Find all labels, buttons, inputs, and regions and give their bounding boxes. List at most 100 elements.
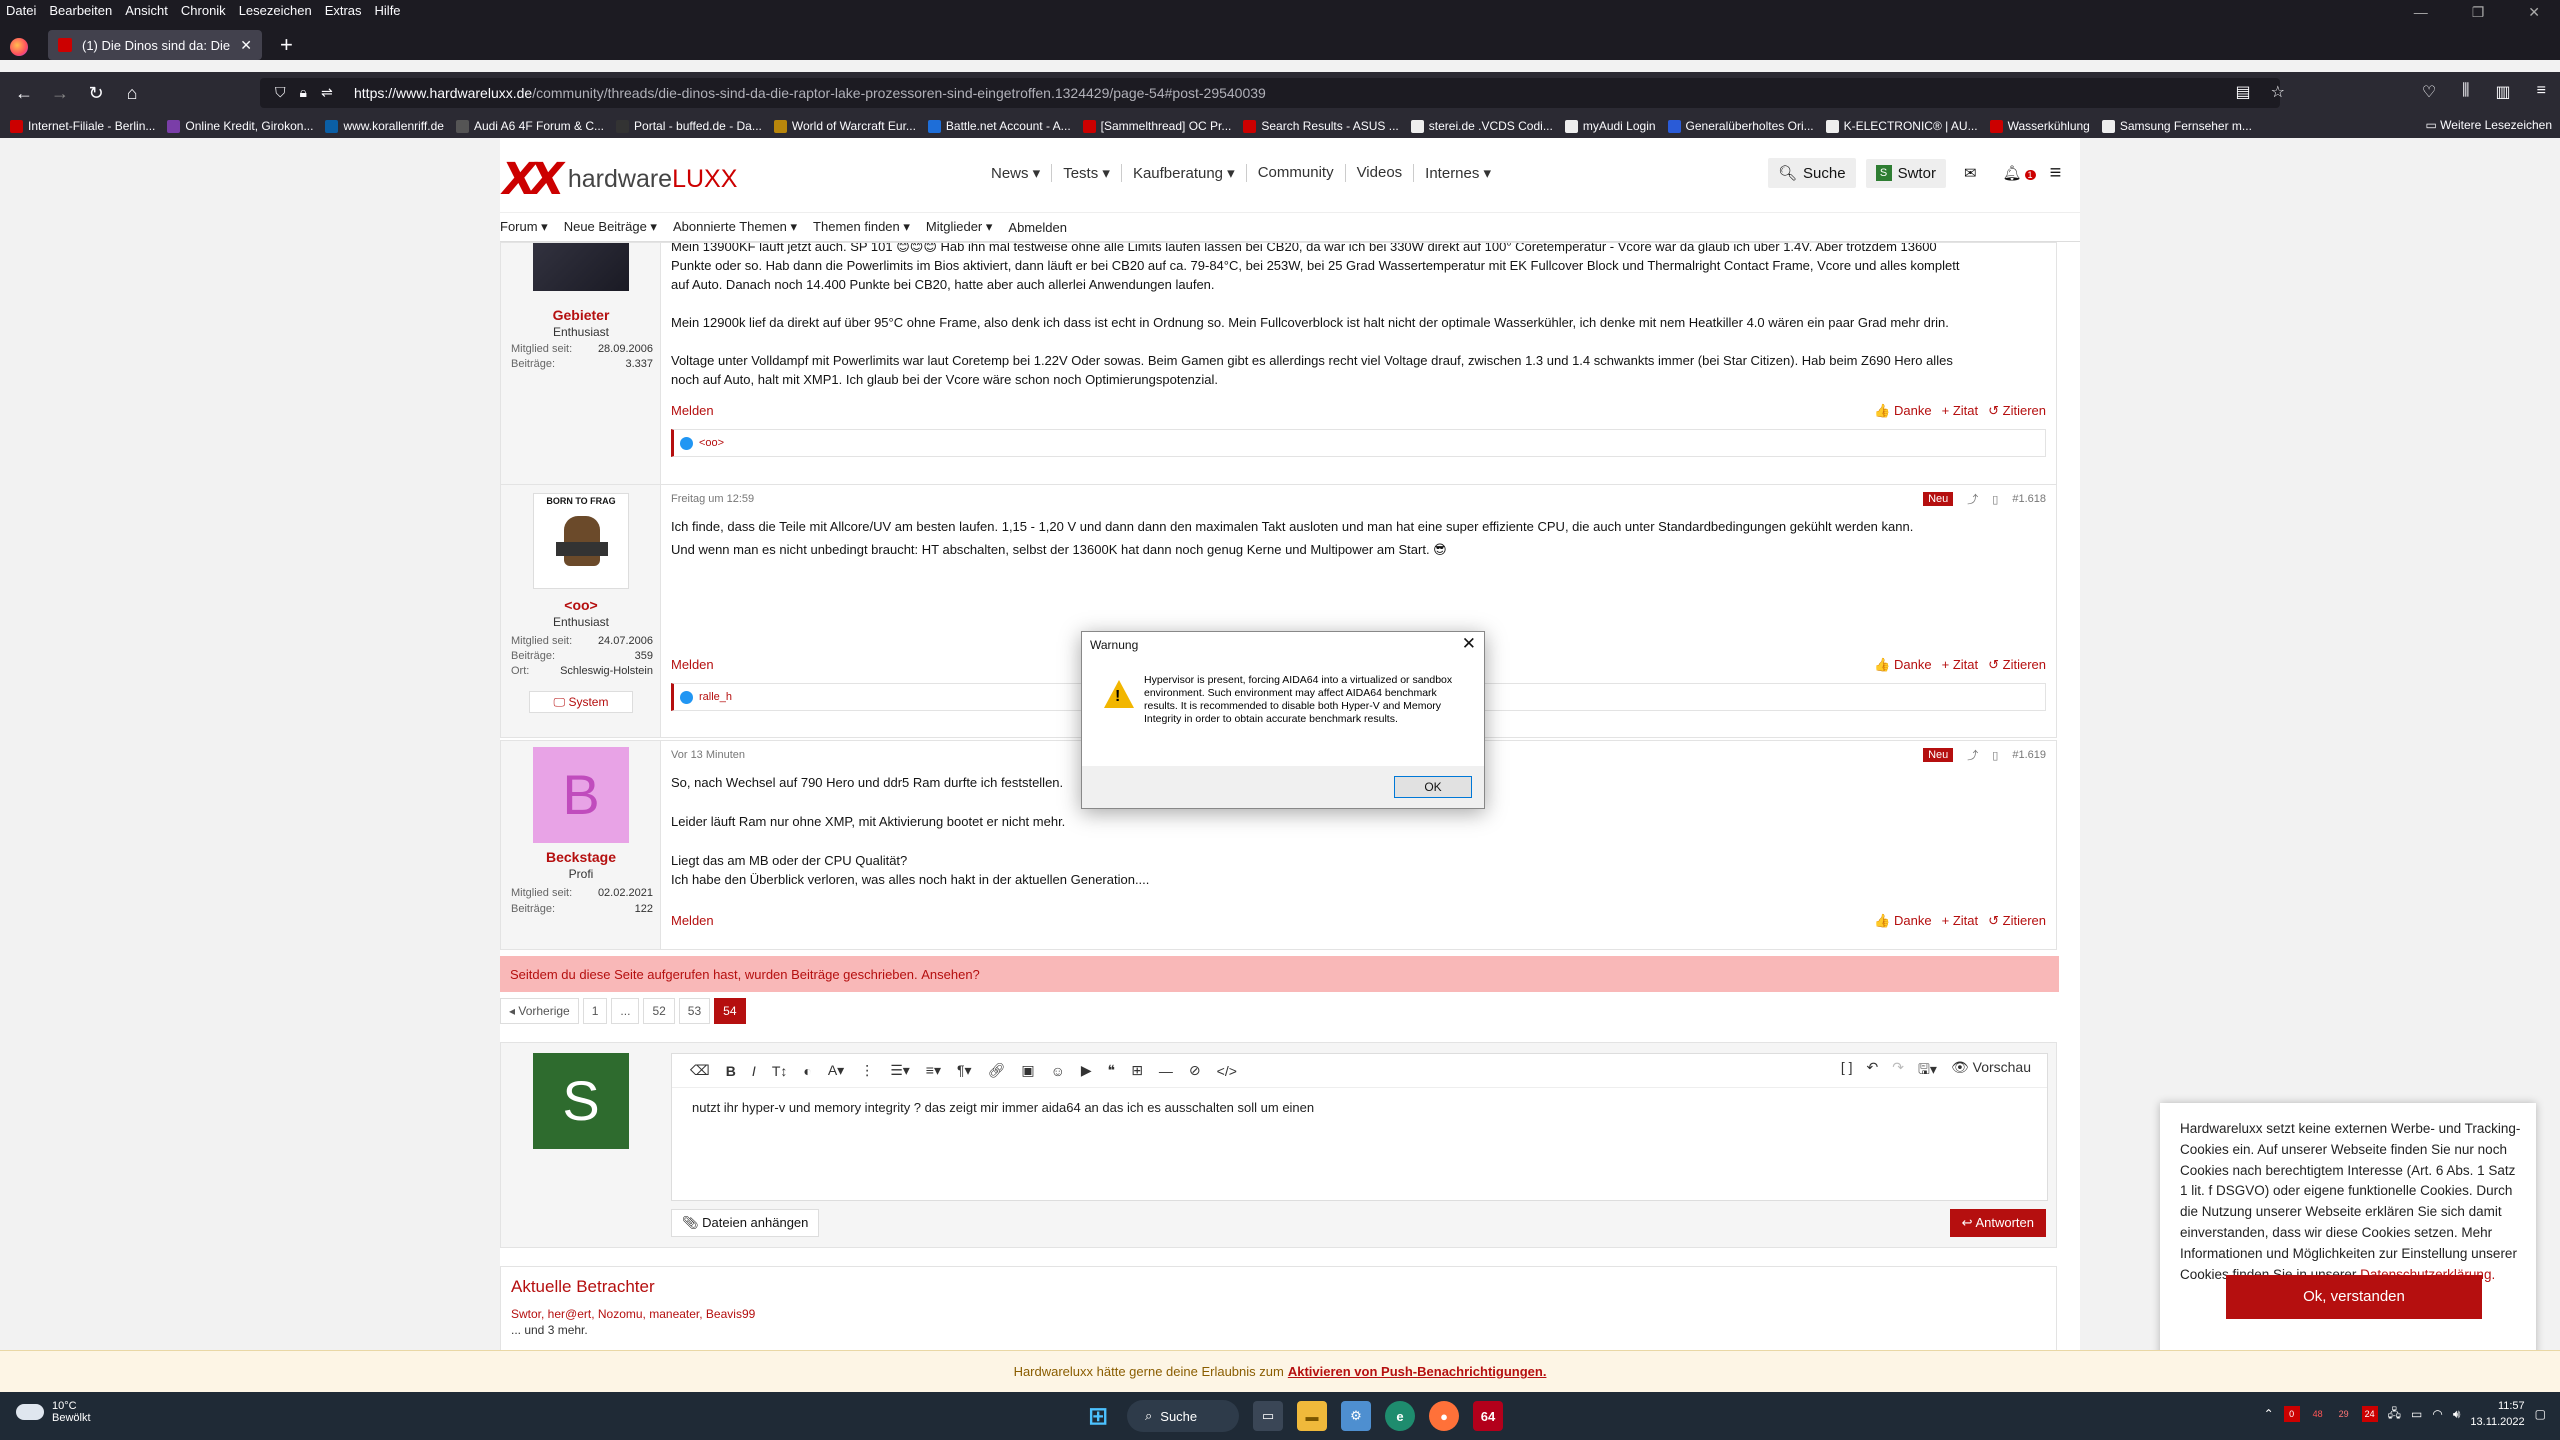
new-tab-icon[interactable]: + (280, 34, 293, 56)
reply-quote-button[interactable]: ↺ Zitieren (1988, 657, 2046, 673)
bookmark-item[interactable]: myAudi Login (1564, 119, 1656, 133)
back-icon[interactable]: ← (6, 83, 42, 104)
page-current[interactable]: 54 (714, 998, 746, 1024)
hamburger-menu-icon[interactable]: ≡ (2040, 162, 2072, 185)
taskbar-search[interactable]: ⌕ Suche (1127, 1400, 1239, 1432)
redo-icon[interactable]: ↷ (1892, 1059, 1904, 1083)
bookmark-item[interactable]: Internet-Filiale - Berlin... (10, 119, 155, 133)
bookmark-item[interactable]: Generalüberholtes Ori... (1667, 119, 1814, 133)
task-view-icon[interactable]: ▭ (1253, 1401, 1283, 1431)
media-icon[interactable]: ▶ (1081, 1062, 1092, 1079)
bookmark-star-icon[interactable]: ☆ (2271, 82, 2285, 102)
explorer-icon[interactable]: ▬ (1297, 1401, 1327, 1431)
bookmark-icon[interactable]: ▯ (1992, 749, 1998, 762)
nav-kaufberatung[interactable]: Kaufberatung ▾ (1122, 164, 1247, 182)
font-size-icon[interactable]: T↕ (772, 1063, 788, 1079)
bookmark-item[interactable]: Battle.net Account - A... (927, 119, 1071, 133)
tray-badge[interactable]: 24 (2361, 1406, 2378, 1422)
report-link[interactable]: Melden (671, 403, 714, 418)
menu-chronik[interactable]: Chronik (181, 3, 226, 18)
prev-page-button[interactable]: ◂ Vorherige (500, 998, 579, 1024)
code-icon[interactable]: </> (1217, 1063, 1237, 1079)
close-window-icon[interactable]: ✕ (2528, 4, 2540, 21)
edge-icon[interactable]: e (1385, 1401, 1415, 1431)
username[interactable]: Beckstage (501, 849, 661, 865)
username[interactable]: <oo> (501, 597, 661, 613)
hr-icon[interactable]: — (1159, 1063, 1173, 1079)
post-date[interactable]: Freitag um 12:59 (671, 493, 754, 505)
user-avatar[interactable]: B (533, 747, 629, 843)
italic-icon[interactable]: I (752, 1063, 756, 1079)
home-icon[interactable]: ⌂ (114, 83, 150, 104)
wifi-icon[interactable]: ◠ (2432, 1407, 2442, 1421)
bbcode-icon[interactable]: [ ] (1841, 1059, 1853, 1083)
share-icon[interactable]: ⤴ (1967, 491, 1978, 507)
color-icon[interactable]: ◐ (803, 1063, 811, 1079)
username[interactable]: Gebieter (501, 307, 661, 323)
menu-ansicht[interactable]: Ansicht (125, 3, 168, 18)
mail-icon[interactable]: ✉ (1956, 164, 1985, 182)
bookmark-item[interactable]: Wasserkühlung (1989, 119, 2090, 133)
drafts-icon[interactable]: 🖫︎▾ (1918, 1059, 1937, 1083)
align-icon[interactable]: ≡▾ (926, 1062, 941, 1079)
sidebar-icon[interactable]: ▥ (2496, 82, 2511, 102)
bookmark-icon[interactable]: ▯ (1992, 493, 1998, 506)
bookmark-item[interactable]: K-ELECTRONIC® | AU... (1825, 119, 1978, 133)
bookmark-item[interactable]: World of Warcraft Eur... (773, 119, 916, 133)
font-family-icon[interactable]: A▾ (828, 1062, 844, 1079)
eraser-icon[interactable]: ⌫ (690, 1062, 710, 1079)
likes-users[interactable]: <oo> (699, 437, 724, 449)
bold-icon[interactable]: B (726, 1063, 736, 1079)
subnav-neue-beitraege[interactable]: Neue Beiträge ▾ (564, 219, 657, 235)
viewers-list[interactable]: Swtor, her@ert, Nozomu, maneater, Beavis… (501, 1301, 2056, 1323)
quote-icon[interactable]: ❝ (1108, 1062, 1116, 1079)
tab-close-icon[interactable]: ✕ (240, 37, 252, 54)
url-bar[interactable]: https://www.hardwareluxx.de/community/th… (260, 78, 2280, 108)
bookmark-item[interactable]: Samsung Fernseher m... (2101, 119, 2252, 133)
menu-lesezeichen[interactable]: Lesezeichen (239, 3, 312, 18)
page-link[interactable]: 53 (678, 998, 711, 1024)
permissions-icon[interactable]: ⇌ (321, 84, 333, 101)
tray-overflow-icon[interactable]: ⌃ (2264, 1407, 2274, 1421)
user-menu-button[interactable]: S Swtor (1865, 158, 1946, 188)
subnav-themen-finden[interactable]: Themen finden ▾ (813, 219, 910, 235)
notice-link[interactable]: Ansehen? (921, 967, 980, 982)
tab-active[interactable]: (1) Die Dinos sind da: Die Rapto ✕ (48, 30, 262, 60)
menu-datei[interactable]: Datei (6, 3, 36, 18)
spoiler-icon[interactable]: ⊘ (1189, 1062, 1201, 1079)
list-icon[interactable]: ☰▾ (890, 1062, 910, 1079)
nav-tests[interactable]: Tests ▾ (1052, 164, 1122, 182)
report-link[interactable]: Melden (671, 657, 714, 672)
bookmark-item[interactable]: Online Kredit, Girokon... (167, 119, 313, 133)
aida64-icon[interactable]: 64 (1473, 1401, 1503, 1431)
clock[interactable]: 11:57 13.11.2022 (2470, 1398, 2524, 1430)
subnav-mitglieder[interactable]: Mitglieder ▾ (926, 219, 993, 235)
reply-textarea[interactable]: nutzt ihr hyper-v und memory integrity ?… (672, 1088, 2047, 1127)
share-icon[interactable]: ⤴ (1967, 747, 1978, 763)
user-avatar[interactable] (533, 243, 629, 291)
subnav-forum[interactable]: Forum ▾ (500, 219, 548, 235)
like-button[interactable]: 👍 Danke (1874, 657, 1931, 673)
link-icon[interactable]: 🔗︎ (988, 1062, 1006, 1079)
like-button[interactable]: 👍 Danke (1874, 913, 1931, 929)
system-button[interactable]: 🖵︎ System (529, 691, 633, 713)
post-number[interactable]: #1.619 (2012, 749, 2046, 761)
quote-button[interactable]: + Zitat (1942, 657, 1979, 673)
windows-start-icon[interactable]: ⊞ (1083, 1401, 1113, 1431)
dialog-close-icon[interactable]: ✕ (1462, 634, 1476, 654)
notification-center-icon[interactable]: ▢ (2535, 1407, 2546, 1421)
reply-quote-button[interactable]: ↺ Zitieren (1988, 913, 2046, 929)
nav-internes[interactable]: Internes ▾ (1414, 164, 1502, 182)
tray-badge[interactable]: 0 (2283, 1406, 2300, 1422)
nav-community[interactable]: Community (1247, 164, 1346, 182)
reader-view-icon[interactable]: ▤ (2236, 82, 2251, 102)
cookie-accept-button[interactable]: Ok, verstanden (2226, 1275, 2482, 1319)
bookmark-item[interactable]: www.korallenriff.de (325, 119, 444, 133)
bookmark-item[interactable]: Portal - buffed.de - Da... (616, 119, 762, 133)
attach-files-button[interactable]: 📎︎ Dateien anhängen (671, 1209, 820, 1237)
library-icon[interactable]: ⫼ (2462, 82, 2469, 102)
page-link[interactable]: 1 (582, 998, 608, 1024)
like-button[interactable]: 👍 Danke (1874, 403, 1931, 419)
page-ellipsis[interactable]: ... (611, 998, 640, 1024)
search-button[interactable]: 🔍︎ Suche (1768, 158, 1856, 188)
